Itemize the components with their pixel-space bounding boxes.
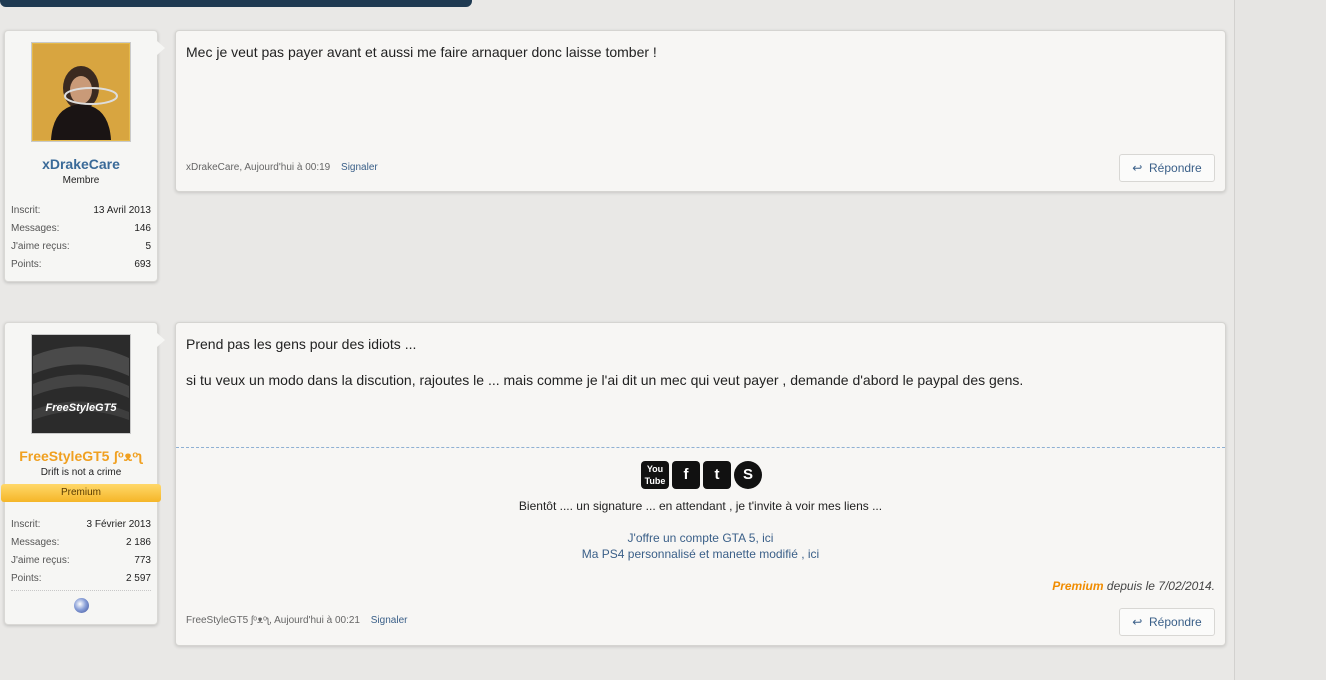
report-link[interactable]: Signaler (371, 615, 408, 626)
signature-text: Bientôt .... un signature ... en attenda… (518, 499, 883, 513)
stat-label: Inscrit: (11, 519, 41, 530)
avatar-image: FreeStyleGT5 (33, 336, 129, 432)
avatar[interactable] (31, 42, 131, 142)
user-info-panel: xDrakeCare Membre Inscrit: 13 Avril 2013 … (4, 30, 165, 282)
top-nav-bar (0, 0, 472, 7)
reply-button[interactable]: ↩ Répondre (1119, 608, 1215, 636)
stat-value[interactable]: 2 597 (126, 570, 151, 588)
stat-label: J'aime reçus: (11, 555, 70, 566)
post-date[interactable]: Aujourd'hui à 00:19 (244, 162, 330, 173)
reply-label: Répondre (1149, 615, 1202, 629)
stat-row: Inscrit: 13 Avril 2013 (11, 202, 151, 220)
stat-label: Points: (11, 259, 42, 270)
post-author[interactable]: FreeStyleGT5 ʃᵒᴥᵒʅ (186, 615, 269, 626)
reply-label: Répondre (1149, 161, 1202, 175)
stat-value: 773 (134, 555, 151, 566)
premium-date: depuis le 7/02/2014. (1106, 579, 1215, 593)
signature-social-icons: You Tube f t S (641, 461, 762, 489)
post-date[interactable]: Aujourd'hui à 00:21 (274, 615, 360, 626)
message-content: Prend pas les gens pour des idiots ... s… (176, 323, 1225, 388)
reply-icon: ↩ (1132, 161, 1143, 175)
report-link[interactable]: Signaler (341, 162, 378, 173)
stat-row: J'aime reçus: 5 (11, 238, 151, 256)
signature-divider (176, 447, 1225, 448)
message-content: Mec je veut pas payer avant et aussi me … (176, 31, 1225, 60)
stat-value: 13 Avril 2013 (93, 205, 151, 216)
user-title: Membre (62, 175, 100, 186)
trophy-icon[interactable] (73, 598, 89, 613)
post-message: Prend pas les gens pour des idiots ... s… (175, 322, 1226, 646)
stat-value: 3 Février 2013 (86, 519, 151, 530)
message-text: Mec je veut pas payer avant et aussi me … (186, 44, 657, 60)
stat-value[interactable]: 146 (134, 220, 151, 238)
user-extra (11, 590, 151, 618)
right-sidebar (1235, 0, 1326, 680)
stat-row: Points: 2 597 (11, 570, 151, 588)
stat-label: Messages: (11, 223, 60, 234)
premium-since: Premium depuis le 7/02/2014. (1052, 579, 1215, 593)
stat-row: Points: 693 (11, 256, 151, 274)
twitter-icon[interactable]: t (703, 461, 731, 489)
stat-row: Messages: 2 186 (11, 534, 151, 552)
message-text: si tu veux un modo dans la discution, ra… (186, 372, 1024, 388)
user-stats: Inscrit: 3 Février 2013 Messages: 2 186 J'… (5, 516, 157, 588)
premium-label: Premium (1052, 579, 1104, 593)
stat-label: Messages: (11, 537, 60, 548)
post-meta: FreeStyleGT5 ʃᵒᴥᵒʅ, Aujourd'hui à 00:21 … (186, 615, 408, 626)
stat-label: Inscrit: (11, 205, 41, 216)
signature-link[interactable]: J'offre un compte GTA 5, ici (176, 531, 1225, 545)
stat-row: J'aime reçus: 773 (11, 552, 151, 570)
message-text: Prend pas les gens pour des idiots ... (186, 336, 417, 352)
reply-icon: ↩ (1132, 615, 1143, 629)
post-meta: xDrakeCare, Aujourd'hui à 00:19 Signaler (186, 162, 378, 173)
stat-value: 5 (145, 241, 151, 252)
stat-label: Points: (11, 573, 42, 584)
skype-icon[interactable]: S (734, 461, 762, 489)
username[interactable]: FreeStyleGT5 ʃᵒᴥᵒʅ (5, 448, 157, 464)
signature-link[interactable]: Ma PS4 personnalisé et manette modifié ,… (176, 547, 1225, 561)
post-message: Mec je veut pas payer avant et aussi me … (175, 30, 1226, 192)
avatar-image (33, 44, 129, 140)
username[interactable]: xDrakeCare (5, 156, 157, 172)
stat-value[interactable]: 2 186 (126, 534, 151, 552)
post-author[interactable]: xDrakeCare (186, 162, 239, 173)
user-info-panel: FreeStyleGT5 FreeStyleGT5 ʃᵒᴥᵒʅ Drift is… (1, 322, 165, 625)
facebook-icon[interactable]: f (672, 461, 700, 489)
stat-value[interactable]: 693 (134, 256, 151, 274)
stat-label: J'aime reçus: (11, 241, 70, 252)
avatar-logo-text: FreeStyleGT5 (46, 402, 118, 414)
stat-row: Inscrit: 3 Février 2013 (11, 516, 151, 534)
youtube-icon[interactable]: You Tube (641, 461, 669, 489)
premium-badge: Premium (1, 484, 161, 502)
avatar[interactable]: FreeStyleGT5 (31, 334, 131, 434)
user-title: Drift is not a crime (40, 467, 122, 478)
reply-button[interactable]: ↩ Répondre (1119, 154, 1215, 182)
user-stats: Inscrit: 13 Avril 2013 Messages: 146 J'aim… (5, 202, 157, 274)
stat-row: Messages: 146 (11, 220, 151, 238)
